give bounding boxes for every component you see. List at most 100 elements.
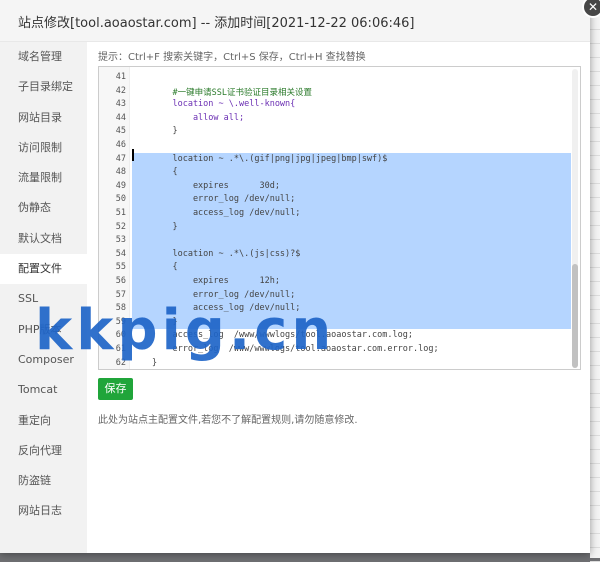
background-row-line <box>590 127 600 128</box>
text-cursor <box>132 149 134 161</box>
line-number: 44 <box>115 112 126 123</box>
code-line: 50 error_log /dev/null; <box>99 193 571 207</box>
code-line: 56 expires 12h; <box>99 275 571 289</box>
line-number: 47 <box>115 153 126 164</box>
background-row-line <box>590 211 600 212</box>
code-line: 42 #一键申请SSL证书验证目录相关设置 <box>99 85 571 99</box>
sidebar-item[interactable]: 伪静态 <box>0 193 87 223</box>
line-number: 43 <box>115 99 126 110</box>
background-row-line <box>590 407 600 408</box>
background-row-line <box>590 323 600 324</box>
line-number: 46 <box>115 140 126 150</box>
dialog-titlebar: 站点修改[tool.aoaostar.com] -- 添加时间[2021-12-… <box>0 0 590 42</box>
background-row-line <box>590 197 600 198</box>
code-line: 55 { <box>99 261 571 275</box>
sidebar-item[interactable]: 配置文件 <box>0 254 87 285</box>
code-text: { <box>152 167 178 178</box>
code-line: 46 <box>99 139 571 153</box>
sidebar-item[interactable]: 流量限制 <box>0 163 87 193</box>
sidebar-item[interactable]: 默认文档 <box>0 224 87 254</box>
background-row-line <box>590 337 600 338</box>
site-settings-dialog: 站点修改[tool.aoaostar.com] -- 添加时间[2021-12-… <box>0 0 590 553</box>
background-row-line <box>590 351 600 352</box>
line-number: 48 <box>115 167 126 178</box>
background-row-line <box>590 393 600 394</box>
line-number: 50 <box>115 194 126 205</box>
editor-scrollbar-thumb[interactable] <box>572 264 578 368</box>
code-line: 45 } <box>99 125 571 139</box>
selection-highlight <box>132 166 571 180</box>
watermark-text: kkpig.cn <box>35 298 336 363</box>
line-number: 51 <box>115 208 126 218</box>
code-text: location ~ \.well-known{ <box>152 99 296 110</box>
code-text: expires 12h; <box>152 276 280 286</box>
background-row-line <box>590 463 600 464</box>
line-number: 53 <box>115 235 126 246</box>
code-text: allow all; <box>152 112 245 123</box>
background-row-line <box>590 239 600 240</box>
selection-highlight <box>132 261 571 275</box>
background-row-line <box>590 379 600 380</box>
code-line: 54 location ~ .*\.(js|css)?$ <box>99 247 571 262</box>
background-row-line <box>590 295 600 296</box>
sidebar-item[interactable]: Tomcat <box>0 375 87 405</box>
sidebar-item[interactable]: 重定向 <box>0 406 87 436</box>
background-row-line <box>590 155 600 156</box>
line-number: 54 <box>115 248 126 259</box>
background-row-line <box>590 57 600 58</box>
background-row-line <box>590 85 600 86</box>
dialog-title: 站点修改[tool.aoaostar.com] -- 添加时间[2021-12-… <box>18 16 415 31</box>
sidebar-item[interactable]: 反向代理 <box>0 436 87 466</box>
line-number: 55 <box>115 262 126 273</box>
code-line: 49 expires 30d; <box>99 179 571 194</box>
sidebar-item[interactable]: 访问限制 <box>0 133 87 163</box>
save-button[interactable]: 保存 <box>98 378 133 400</box>
code-line: 51 access_log /dev/null; <box>99 207 571 221</box>
line-number: 45 <box>115 126 126 137</box>
background-row-line <box>590 43 600 44</box>
sidebar-item[interactable]: 网站日志 <box>0 496 87 526</box>
background-row-line <box>590 421 600 422</box>
code-line: 48 { <box>99 166 571 180</box>
code-text: } <box>152 126 178 137</box>
background-row-line <box>590 491 600 492</box>
code-text: error_log /dev/null; <box>152 194 296 205</box>
background-row-line <box>590 477 600 478</box>
background-row-line <box>590 533 600 534</box>
sidebar-item[interactable]: 域名管理 <box>0 42 87 72</box>
background-row-line <box>590 183 600 184</box>
sidebar-item[interactable]: 防盗链 <box>0 466 87 496</box>
line-number: 49 <box>115 180 126 191</box>
background-row-line <box>590 141 600 142</box>
code-text: } <box>152 221 178 232</box>
background-row-line <box>590 267 600 268</box>
config-warning-note: 此处为站点主配置文件,若您不了解配置规则,请勿随意修改. <box>98 415 358 426</box>
code-line: 43 location ~ \.well-known{ <box>99 98 571 112</box>
code-line: 44 allow all; <box>99 112 571 126</box>
background-row-line <box>590 113 600 114</box>
selection-highlight <box>132 220 571 235</box>
background-row-line <box>590 71 600 72</box>
background-row-line <box>590 519 600 520</box>
editor-hint: 提示：Ctrl+F 搜索关键字，Ctrl+S 保存，Ctrl+H 查找替换 <box>98 52 366 63</box>
selection-highlight <box>132 234 571 248</box>
code-line: 52 } <box>99 220 571 235</box>
background-row-line <box>590 225 600 226</box>
background-row-line <box>590 435 600 436</box>
background-page-strip <box>590 0 600 562</box>
background-row-line <box>590 449 600 450</box>
background-row-line <box>590 281 600 282</box>
background-row-line <box>590 547 600 548</box>
background-row-line <box>590 505 600 506</box>
sidebar-item[interactable]: 网站目录 <box>0 103 87 133</box>
code-line: 53 <box>99 234 571 248</box>
background-row-line <box>590 253 600 254</box>
code-text: { <box>152 262 178 273</box>
line-number: 52 <box>115 221 126 232</box>
background-row-line <box>590 365 600 366</box>
line-number: 42 <box>115 85 126 96</box>
background-row-line <box>590 169 600 170</box>
code-line: 41 <box>99 71 571 85</box>
sidebar-item[interactable]: 子目录绑定 <box>0 72 87 102</box>
code-text: location ~ .*\.(gif|png|jpg|jpeg|bmp|swf… <box>152 153 388 164</box>
